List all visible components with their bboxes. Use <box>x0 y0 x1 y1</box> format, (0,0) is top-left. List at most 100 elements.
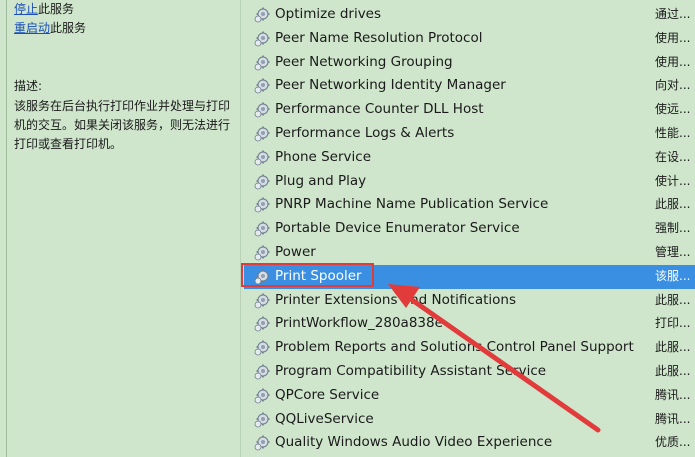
service-description: 通过... <box>655 7 691 21</box>
service-gear-icon <box>254 7 270 23</box>
gear-icon-graphic <box>254 150 270 166</box>
gear-icon-graphic <box>254 55 270 70</box>
service-description: 强制... <box>655 221 691 236</box>
service-row[interactable]: Performance Logs & Alerts 性能... <box>244 122 695 146</box>
service-name: Peer Name Resolution Protocol <box>275 29 483 46</box>
service-name: PNRP Machine Name Publication Service <box>275 196 549 213</box>
service-row[interactable]: Portable Device Enumerator Service 强制... <box>244 217 695 241</box>
service-description: 该服... <box>655 268 691 283</box>
stop-service-link[interactable]: 停止 <box>14 2 38 16</box>
service-description: 腾讯... <box>655 411 691 426</box>
service-name: Peer Networking Identity Manager <box>275 77 506 94</box>
gear-icon-graphic <box>254 293 270 308</box>
service-description: 使用... <box>655 54 691 69</box>
gear-icon-graphic <box>254 221 270 237</box>
service-name: Phone Service <box>275 148 372 165</box>
gear-icon-graphic <box>254 31 270 47</box>
gear-icon-graphic <box>254 197 270 213</box>
services-list: Optimize drives 通过... Peer Name Resolution… <box>244 3 695 455</box>
service-row[interactable]: Phone Service 在设... <box>244 146 695 170</box>
service-name: Power <box>275 243 316 260</box>
service-name: Performance Logs & Alerts <box>275 124 455 141</box>
service-gear-icon <box>254 126 270 142</box>
service-row[interactable]: PrintWorkflow_280a838e 打印... <box>244 312 695 336</box>
service-row[interactable]: Printer Extensions and Notifications 此服..… <box>244 289 695 313</box>
gear-icon-graphic <box>254 245 270 261</box>
service-description: 使计... <box>655 173 691 188</box>
service-description: 优质... <box>655 435 691 450</box>
service-name: QPCore Service <box>275 386 380 403</box>
service-description: 打印... <box>655 316 691 331</box>
gear-icon-graphic <box>254 126 270 142</box>
gear-icon-graphic <box>254 412 270 427</box>
gear-icon-graphic <box>254 364 270 380</box>
service-row[interactable]: Problem Reports and Solutions Control Pa… <box>244 336 695 360</box>
service-row[interactable]: QPCore Service 腾讯... <box>244 384 695 408</box>
service-row[interactable]: Peer Networking Identity Manager 向对... <box>244 74 695 98</box>
service-gear-icon <box>254 316 270 332</box>
restart-service-text: 此服务 <box>50 21 87 35</box>
service-row[interactable]: Peer Name Resolution Protocol 使用... <box>244 27 695 51</box>
gear-icon-graphic <box>254 388 270 404</box>
gear-icon-graphic <box>254 435 270 451</box>
service-description: 此服... <box>655 340 691 355</box>
service-name: PrintWorkflow_280a838e <box>275 315 443 332</box>
service-description: 使远... <box>655 102 691 117</box>
service-gear-icon <box>254 245 270 261</box>
service-row[interactable]: Optimize drives 通过... <box>244 3 695 27</box>
service-description: 向对... <box>655 78 691 93</box>
gear-icon-graphic <box>254 102 270 118</box>
service-row[interactable]: Print Spooler 该服... <box>244 264 695 289</box>
service-gear-icon <box>254 412 270 428</box>
service-name: Performance Counter DLL Host <box>275 101 484 118</box>
description-text: 该服务在后台执行打印作业并处理与打印机的交互。如果关闭该服务，则无法进行打印或查… <box>14 99 231 151</box>
gear-icon-graphic <box>254 316 270 332</box>
service-name: Print Spooler <box>275 267 362 284</box>
description-pane: 停止此服务 重启动此服务 描述: 该服务在后台执行打印作业并处理与打印机的交互。… <box>0 0 241 457</box>
gear-icon-graphic <box>254 340 270 356</box>
service-name: Quality Windows Audio Video Experience <box>275 434 553 451</box>
service-gear-icon <box>254 388 270 404</box>
service-name: Printer Extensions and Notifications <box>275 291 516 308</box>
service-name: Peer Networking Grouping <box>275 53 453 70</box>
service-row[interactable]: Power 管理... <box>244 241 695 265</box>
service-gear-icon <box>254 55 270 71</box>
service-gear-icon <box>254 174 270 190</box>
service-gear-icon <box>254 31 270 47</box>
gear-icon-graphic <box>254 269 270 285</box>
service-gear-icon <box>254 150 270 166</box>
gear-icon-graphic <box>254 7 270 23</box>
service-description: 此服... <box>655 292 691 307</box>
service-row[interactable]: Peer Networking Grouping 使用... <box>244 51 695 75</box>
service-row[interactable]: Program Compatibility Assistant Service 此… <box>244 360 695 384</box>
service-row[interactable]: Plug and Play 使计... <box>244 170 695 194</box>
service-gear-icon <box>254 364 270 380</box>
service-description: 使用... <box>655 30 691 45</box>
service-name: QQLiveService <box>275 410 374 427</box>
service-description: 此服... <box>655 197 691 212</box>
service-row[interactable]: QQLiveService 腾讯... <box>244 408 695 432</box>
service-gear-icon <box>254 435 270 451</box>
gear-icon-graphic <box>254 78 270 94</box>
service-name: Optimize drives <box>275 6 382 22</box>
service-row[interactable]: Performance Counter DLL Host 使远... <box>244 98 695 122</box>
service-gear-icon <box>254 269 270 285</box>
service-description: 管理... <box>655 244 691 259</box>
service-row[interactable]: Quality Windows Audio Video Experience 优质… <box>244 431 695 455</box>
service-description: 腾讯... <box>655 387 691 402</box>
service-description: 此服... <box>655 363 691 378</box>
service-name: Problem Reports and Solutions Control Pa… <box>275 339 634 356</box>
service-gear-icon <box>254 197 270 213</box>
pane-border <box>6 0 7 457</box>
service-row[interactable]: PNRP Machine Name Publication Service 此服.… <box>244 193 695 217</box>
service-gear-icon <box>254 102 270 118</box>
stop-service-text: 此服务 <box>38 2 75 16</box>
service-name: Plug and Play <box>275 172 367 189</box>
description-label: 描述: <box>14 79 43 93</box>
service-gear-icon <box>254 340 270 356</box>
restart-service-action: 重启动此服务 <box>14 21 86 35</box>
service-name: Program Compatibility Assistant Service <box>275 362 547 379</box>
restart-service-link[interactable]: 重启动 <box>14 21 50 35</box>
service-name: Portable Device Enumerator Service <box>275 220 520 237</box>
service-gear-icon <box>254 78 270 94</box>
